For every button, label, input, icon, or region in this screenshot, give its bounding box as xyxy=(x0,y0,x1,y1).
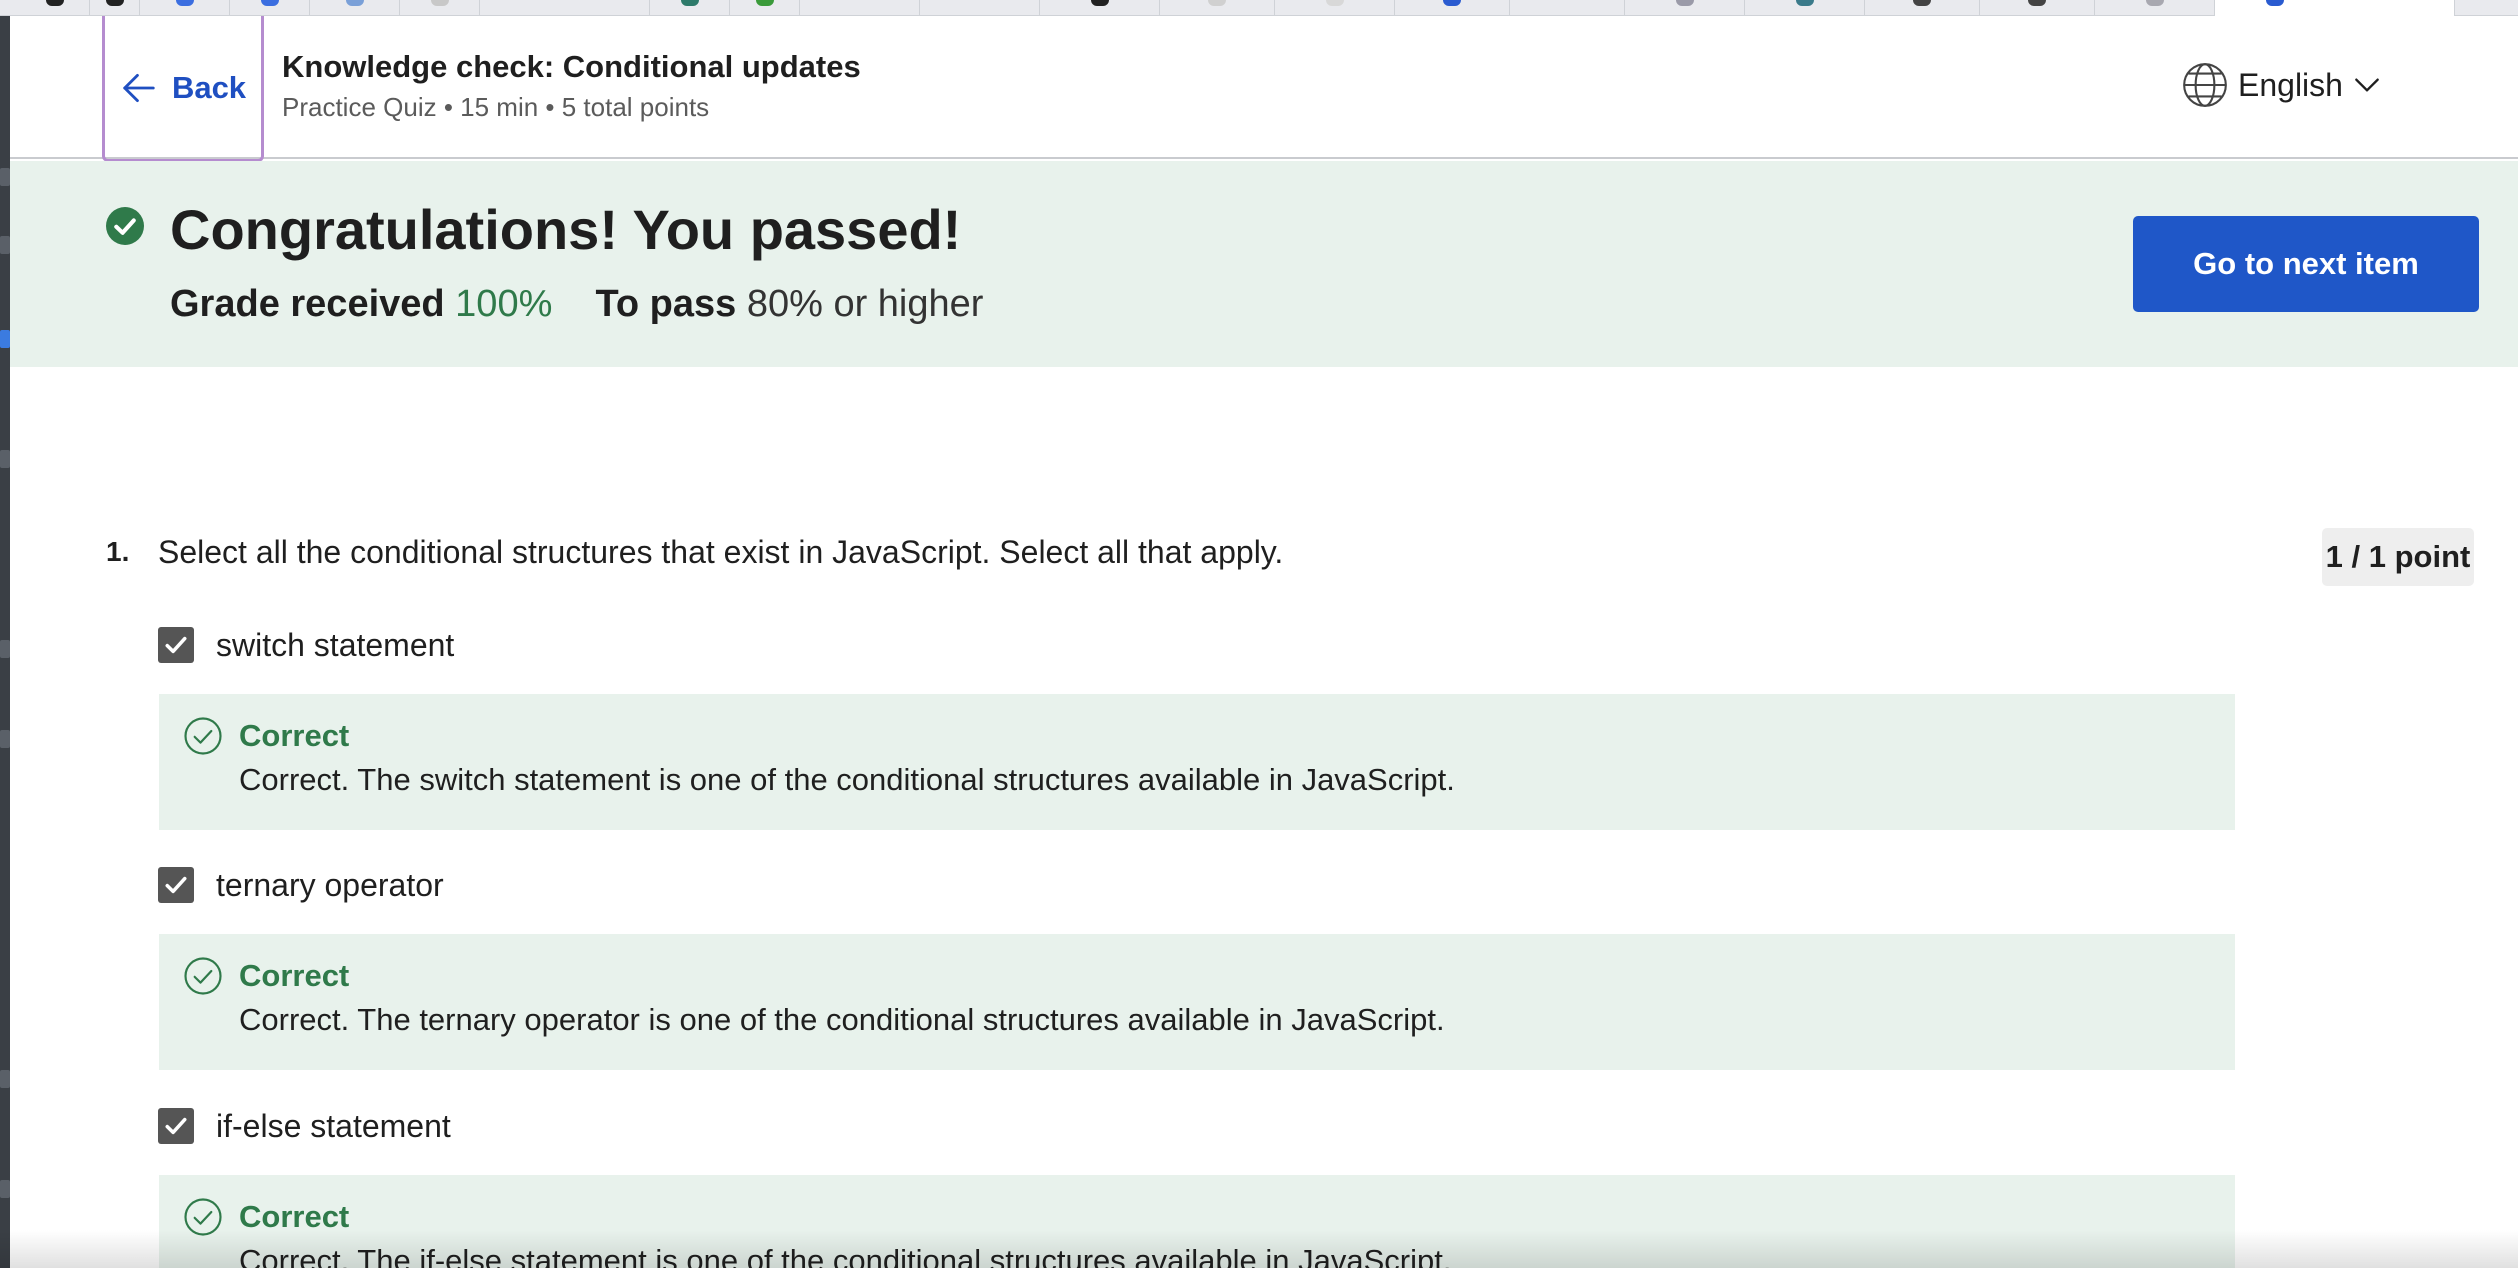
check-circle-outline-icon xyxy=(184,717,222,755)
feedback-box: Correct Correct. The switch statement is… xyxy=(159,694,2235,830)
browser-tab[interactable] xyxy=(730,0,800,16)
option-label: ternary operator xyxy=(216,866,444,903)
browser-tab[interactable] xyxy=(90,0,140,16)
feedback-box: Correct Correct. The ternary operator is… xyxy=(159,934,2235,1070)
result-banner: Congratulations! You passed! Grade recei… xyxy=(10,161,2518,367)
feedback-title: Correct xyxy=(239,718,350,753)
edge-marker xyxy=(0,330,10,348)
checkbox-checked[interactable] xyxy=(158,627,194,663)
feedback-title: Correct xyxy=(239,958,350,993)
edge-marker xyxy=(0,730,10,748)
browser-tab[interactable] xyxy=(310,0,400,16)
checkbox-checked[interactable] xyxy=(158,1108,194,1144)
browser-tab[interactable] xyxy=(650,0,730,16)
grade-label: Grade received xyxy=(170,283,445,325)
browser-tab[interactable] xyxy=(920,0,1040,16)
quiz-title: Knowledge check: Conditional updates xyxy=(282,49,861,84)
edge-marker xyxy=(0,168,10,186)
browser-tab[interactable] xyxy=(1395,0,1510,16)
answer-option: ternary operator xyxy=(158,865,444,905)
browser-tab[interactable] xyxy=(800,0,920,16)
feedback-text: Correct. The if-else statement is one of… xyxy=(239,1243,1452,1268)
browser-tab[interactable] xyxy=(140,0,230,16)
answer-option: if-else statement xyxy=(158,1106,451,1146)
pass-label: To pass xyxy=(595,283,737,325)
chevron-down-icon xyxy=(2355,78,2379,92)
question-number: 1. xyxy=(106,536,130,567)
browser-tab[interactable] xyxy=(1040,0,1160,16)
language-label: English xyxy=(2238,66,2343,103)
back-button[interactable]: Back xyxy=(102,16,264,162)
feedback-text: Correct. The switch statement is one of … xyxy=(239,762,1455,797)
pass-value: 80% or higher xyxy=(746,283,984,325)
checkmark-icon xyxy=(165,1117,187,1135)
check-circle-outline-icon xyxy=(184,1198,222,1236)
browser-tab[interactable] xyxy=(2095,0,2215,16)
browser-tab[interactable] xyxy=(230,0,310,16)
edge-marker xyxy=(0,450,10,468)
browser-tab[interactable] xyxy=(20,0,90,16)
question-text: Select all the conditional structures th… xyxy=(158,534,1284,570)
points-badge: 1 / 1 point xyxy=(2322,528,2474,586)
arrow-left-icon xyxy=(123,73,155,102)
check-circle-outline-icon xyxy=(184,957,222,995)
background-window-edge xyxy=(0,0,10,1268)
browser-tab-active[interactable] xyxy=(2215,0,2455,16)
quiz-header: Back Knowledge check: Conditional update… xyxy=(10,16,2518,162)
edge-marker xyxy=(0,1180,10,1198)
edge-marker xyxy=(0,1070,10,1088)
answer-option: switch statement xyxy=(158,625,454,665)
browser-tab-strip xyxy=(0,0,2518,16)
feedback-text: Correct. The ternary operator is one of … xyxy=(239,1002,1445,1037)
check-circle-icon xyxy=(106,207,144,245)
globe-icon xyxy=(2183,63,2227,107)
browser-tab[interactable] xyxy=(400,0,480,16)
browser-tab[interactable] xyxy=(1980,0,2095,16)
browser-tab[interactable] xyxy=(1275,0,1395,16)
grade-value: 100% xyxy=(455,283,553,325)
grade-summary: Grade received 100% To pass 80% or highe… xyxy=(170,283,983,326)
checkbox-checked[interactable] xyxy=(158,867,194,903)
next-item-button[interactable]: Go to next item xyxy=(2133,216,2479,312)
feedback-title: Correct xyxy=(239,1199,350,1234)
browser-tab[interactable] xyxy=(1745,0,1865,16)
checkmark-icon xyxy=(165,876,187,894)
quiz-meta: Practice Quiz • 15 min • 5 total points xyxy=(282,92,710,122)
result-title: Congratulations! You passed! xyxy=(170,198,962,261)
browser-tab[interactable] xyxy=(1625,0,1745,16)
back-label: Back xyxy=(171,69,247,105)
edge-marker xyxy=(0,640,10,658)
edge-marker xyxy=(0,236,10,254)
option-label: switch statement xyxy=(216,626,455,663)
language-selector[interactable]: English xyxy=(2180,60,2383,110)
browser-tab[interactable] xyxy=(480,0,650,16)
checkmark-icon xyxy=(165,636,187,654)
feedback-box: Correct Correct. The if-else statement i… xyxy=(159,1175,2235,1268)
option-label: if-else statement xyxy=(216,1107,451,1144)
browser-tab[interactable] xyxy=(1160,0,1275,16)
browser-tab[interactable] xyxy=(1865,0,1980,16)
browser-tab[interactable] xyxy=(1510,0,1625,16)
